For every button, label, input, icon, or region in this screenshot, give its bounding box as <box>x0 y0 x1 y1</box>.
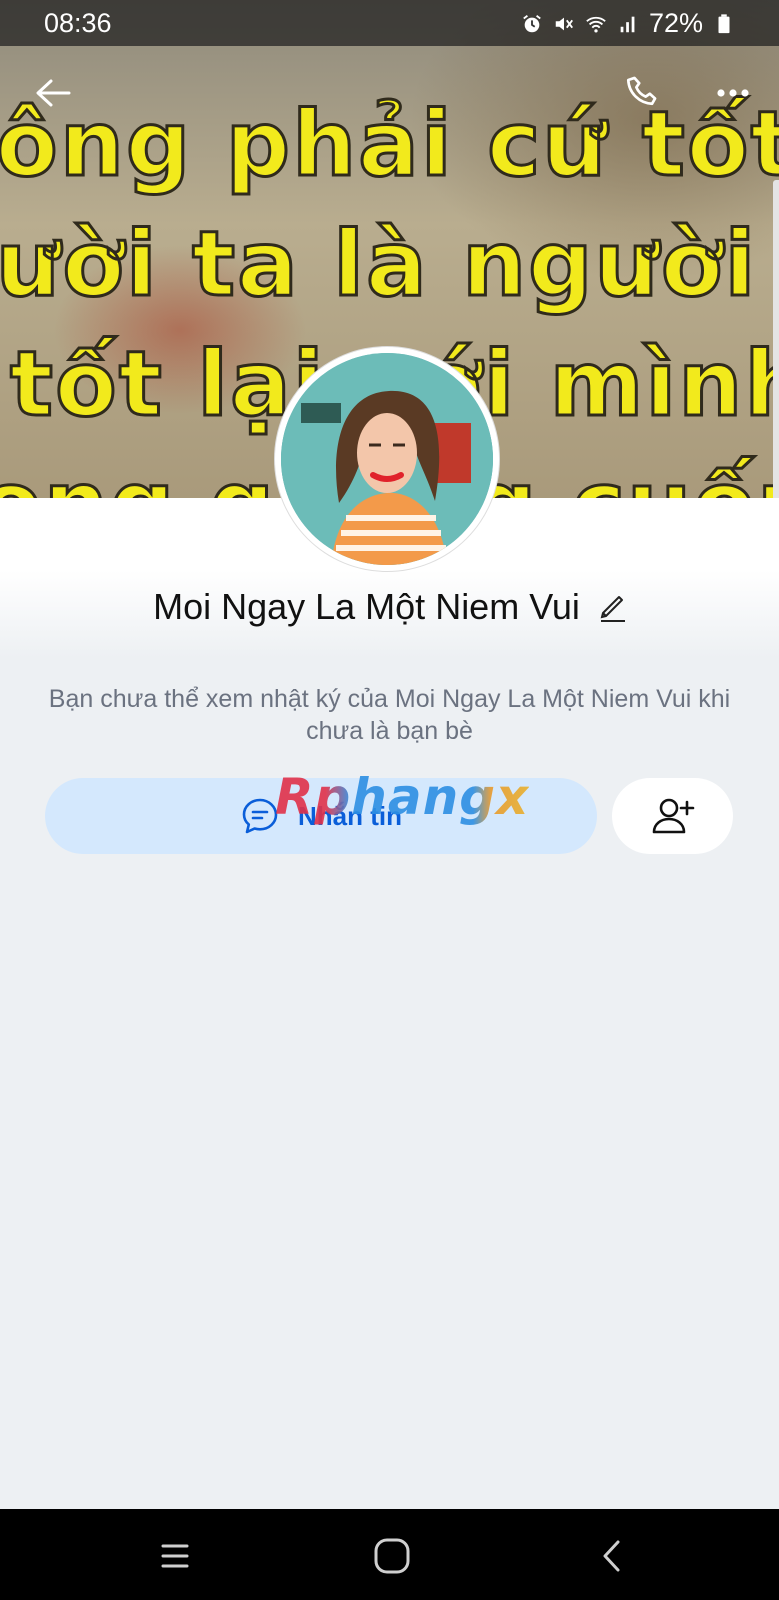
home-icon <box>374 1538 410 1574</box>
chat-bubble-icon <box>242 798 278 834</box>
battery-percentage: 72% <box>648 8 703 38</box>
scrollbar[interactable] <box>773 180 779 498</box>
avatar[interactable] <box>275 347 499 571</box>
alarm-icon <box>523 14 541 32</box>
privacy-note: Bạn chưa thể xem nhật ký của Moi Ngay La… <box>48 685 731 745</box>
signal-icon <box>620 16 635 32</box>
battery-icon <box>718 13 730 33</box>
call-button[interactable] <box>618 68 668 118</box>
system-back-icon <box>603 1540 620 1572</box>
more-options-button[interactable] <box>708 68 758 118</box>
status-icons: 72% <box>521 8 735 39</box>
profile-name-row: Moi Ngay La Một Niem Vui <box>0 586 779 628</box>
edit-name-button[interactable] <box>598 591 626 623</box>
add-friend-icon <box>652 798 694 834</box>
recent-apps-button[interactable] <box>145 1531 205 1581</box>
back-button[interactable] <box>28 68 78 118</box>
more-icon <box>717 89 749 97</box>
wifi-icon <box>586 16 606 33</box>
status-bar: 08:36 72% <box>0 0 779 46</box>
avatar-portrait <box>281 353 493 565</box>
home-button[interactable] <box>362 1531 422 1581</box>
mute-icon <box>555 17 573 30</box>
add-friend-button[interactable] <box>612 778 733 854</box>
status-time: 08:36 <box>44 8 112 38</box>
watermark: Rphangx <box>275 768 530 826</box>
phone-icon <box>626 76 657 106</box>
pencil-icon <box>600 596 625 622</box>
system-navigation-bar <box>0 1509 779 1600</box>
back-arrow-icon <box>36 79 71 107</box>
recent-apps-icon <box>161 1544 189 1568</box>
system-back-button[interactable] <box>582 1531 642 1581</box>
profile-name: Moi Ngay La Một Niem Vui <box>153 586 580 627</box>
avatar-photo <box>281 353 493 565</box>
cover-text-line: ười ta là người ta <box>0 211 779 319</box>
